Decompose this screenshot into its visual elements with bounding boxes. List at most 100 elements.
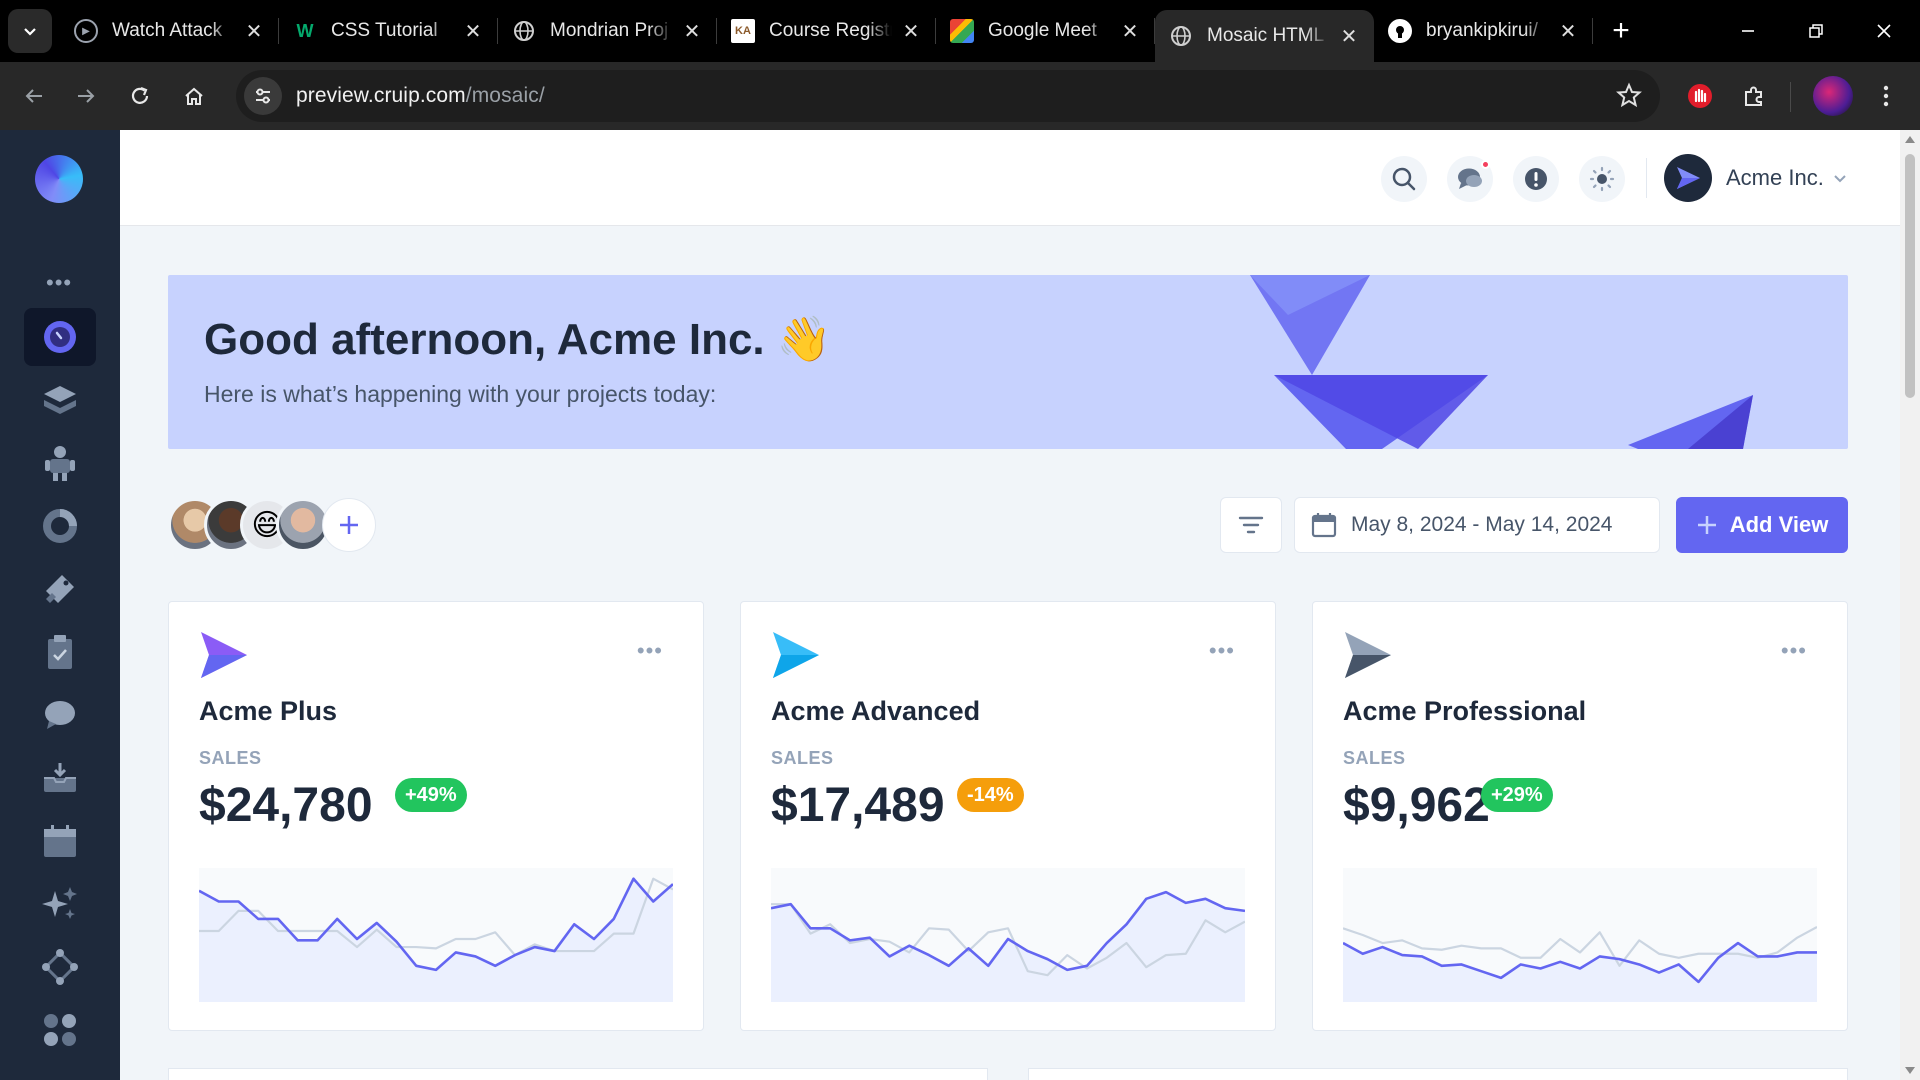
university-icon: KA bbox=[731, 19, 755, 43]
close-icon[interactable]: ✕ bbox=[462, 20, 484, 43]
clipboard-check-icon bbox=[48, 635, 72, 669]
user-avatar bbox=[1664, 154, 1712, 202]
close-icon[interactable]: ✕ bbox=[243, 20, 265, 43]
add-view-button[interactable]: Add View bbox=[1676, 497, 1848, 553]
app-header: Acme Inc. bbox=[120, 130, 1900, 226]
sidebar-item-finance[interactable] bbox=[24, 497, 96, 555]
site-info-button[interactable] bbox=[244, 77, 282, 115]
sales-chart bbox=[771, 868, 1245, 1002]
sidebar-item-dashboard[interactable] bbox=[24, 308, 96, 366]
scroll-up-arrow-icon[interactable] bbox=[1905, 136, 1915, 143]
w3schools-icon: W bbox=[296, 20, 314, 41]
users-icon bbox=[45, 446, 75, 481]
back-button[interactable] bbox=[10, 72, 58, 120]
ellipsis-icon: ••• bbox=[1780, 638, 1807, 663]
close-icon[interactable]: ✕ bbox=[1338, 25, 1360, 48]
greeting-subtitle: Here is what’s happening with your proje… bbox=[204, 381, 717, 407]
forward-button[interactable] bbox=[62, 72, 110, 120]
sidebar-item-community[interactable] bbox=[24, 434, 96, 492]
sidebar-item-tasks[interactable] bbox=[24, 623, 96, 681]
page-scrollbar[interactable] bbox=[1900, 130, 1920, 1080]
close-icon[interactable]: ✕ bbox=[1119, 20, 1141, 43]
kebab-menu-icon bbox=[1883, 85, 1889, 107]
product-card: ••• Acme Plus SALES $24,780 +49% bbox=[168, 601, 704, 1031]
tab-label: Watch Attack bbox=[112, 20, 223, 41]
play-circle-icon: ▶ bbox=[74, 19, 98, 43]
ellipsis-icon[interactable]: ••• bbox=[46, 270, 72, 296]
theme-toggle-button[interactable] bbox=[1579, 156, 1625, 202]
browser-tab-active[interactable]: Mosaic HTML ✕ bbox=[1155, 10, 1374, 62]
card-badge: +49% bbox=[395, 778, 467, 812]
minimize-icon bbox=[1742, 30, 1754, 32]
user-menu-button[interactable]: Acme Inc. bbox=[1664, 154, 1848, 202]
add-member-button[interactable] bbox=[322, 498, 376, 552]
sidebar-item-inbox[interactable] bbox=[24, 749, 96, 807]
minimize-button[interactable] bbox=[1714, 0, 1782, 62]
search-icon bbox=[1392, 167, 1416, 191]
paper-plane-logo-icon bbox=[1345, 632, 1391, 678]
reload-icon bbox=[131, 86, 149, 104]
info-button[interactable] bbox=[1513, 156, 1559, 202]
extension-button[interactable] bbox=[1676, 62, 1724, 130]
alert-circle-icon bbox=[1525, 168, 1547, 190]
card-menu-button[interactable]: ••• bbox=[1781, 638, 1807, 664]
greeting-title: Good afternoon, Acme Inc. 👋 bbox=[204, 315, 832, 364]
close-window-button[interactable] bbox=[1850, 0, 1918, 62]
scroll-thumb[interactable] bbox=[1905, 154, 1915, 398]
browser-tab[interactable]: Google Meet ✕ bbox=[936, 0, 1155, 62]
inbox-icon bbox=[44, 763, 76, 792]
close-icon[interactable]: ✕ bbox=[900, 20, 922, 43]
hand-stop-extension-icon bbox=[1688, 84, 1712, 108]
new-tab-button[interactable]: + bbox=[1599, 9, 1643, 53]
card-title: Acme Advanced bbox=[771, 696, 981, 726]
extensions-button[interactable] bbox=[1730, 62, 1778, 130]
sidebar-item-job-board[interactable] bbox=[24, 560, 96, 618]
card-peek bbox=[168, 1068, 988, 1080]
browser-tab[interactable]: ▶ Watch Attack ✕ bbox=[60, 0, 279, 62]
browser-toolbar: preview.cruip.com/mosaic/ bbox=[0, 62, 1920, 130]
browser-menu-button[interactable] bbox=[1866, 62, 1906, 130]
card-label: SALES bbox=[771, 748, 834, 768]
bookmark-star-icon[interactable] bbox=[1616, 82, 1642, 113]
calendar-icon bbox=[44, 825, 76, 857]
paper-plane-icon bbox=[1677, 167, 1700, 189]
team-avatars: 😄 bbox=[168, 498, 376, 554]
filter-button[interactable] bbox=[1220, 497, 1282, 553]
sidebar-item-settings[interactable] bbox=[24, 938, 96, 996]
sidebar-item-ecommerce[interactable] bbox=[24, 371, 96, 429]
browser-tab[interactable]: W CSS Tutorial ✕ bbox=[279, 0, 498, 62]
browser-tab[interactable]: bryankipkirui/ ✕ bbox=[1374, 0, 1593, 62]
sales-chart bbox=[1343, 868, 1817, 1002]
sidebar-item-utility[interactable] bbox=[24, 1001, 96, 1059]
reload-button[interactable] bbox=[116, 72, 164, 120]
restore-button[interactable] bbox=[1782, 0, 1850, 62]
tab-search-button[interactable] bbox=[8, 9, 52, 53]
browser-tab[interactable]: Mondrian Proj ✕ bbox=[498, 0, 717, 62]
search-button[interactable] bbox=[1381, 156, 1427, 202]
app-logo[interactable] bbox=[35, 155, 83, 203]
profile-button[interactable] bbox=[1806, 62, 1860, 130]
paper-plane-logo-icon bbox=[773, 632, 819, 678]
globe-icon bbox=[1169, 24, 1193, 48]
close-icon[interactable]: ✕ bbox=[681, 20, 703, 43]
tag-icon bbox=[46, 575, 74, 603]
home-button[interactable] bbox=[170, 72, 218, 120]
tab-label: Course Registr bbox=[769, 20, 892, 41]
date-range-picker[interactable]: May 8, 2024 - May 14, 2024 bbox=[1294, 497, 1660, 553]
sidebar-item-campaigns[interactable] bbox=[24, 875, 96, 933]
sidebar-item-messages[interactable] bbox=[24, 686, 96, 744]
card-menu-button[interactable]: ••• bbox=[637, 638, 663, 664]
messages-button[interactable] bbox=[1447, 156, 1493, 202]
address-bar[interactable]: preview.cruip.com/mosaic/ bbox=[236, 70, 1660, 122]
product-card: ••• Acme Professional SALES $9,962 +29% bbox=[1312, 601, 1848, 1031]
notification-dot bbox=[1481, 160, 1490, 169]
ellipsis-icon: ••• bbox=[1208, 638, 1235, 663]
card-menu-button[interactable]: ••• bbox=[1209, 638, 1235, 664]
card-peek bbox=[1028, 1068, 1848, 1080]
scroll-down-arrow-icon[interactable] bbox=[1905, 1067, 1915, 1074]
sidebar-item-calendar[interactable] bbox=[24, 812, 96, 870]
browser-tab-strip: ▶ Watch Attack ✕ W CSS Tutorial ✕ Mondri… bbox=[0, 0, 1920, 62]
tab-label: Google Meet bbox=[988, 20, 1097, 41]
browser-tab[interactable]: KA Course Registr ✕ bbox=[717, 0, 936, 62]
close-icon[interactable]: ✕ bbox=[1557, 20, 1579, 43]
